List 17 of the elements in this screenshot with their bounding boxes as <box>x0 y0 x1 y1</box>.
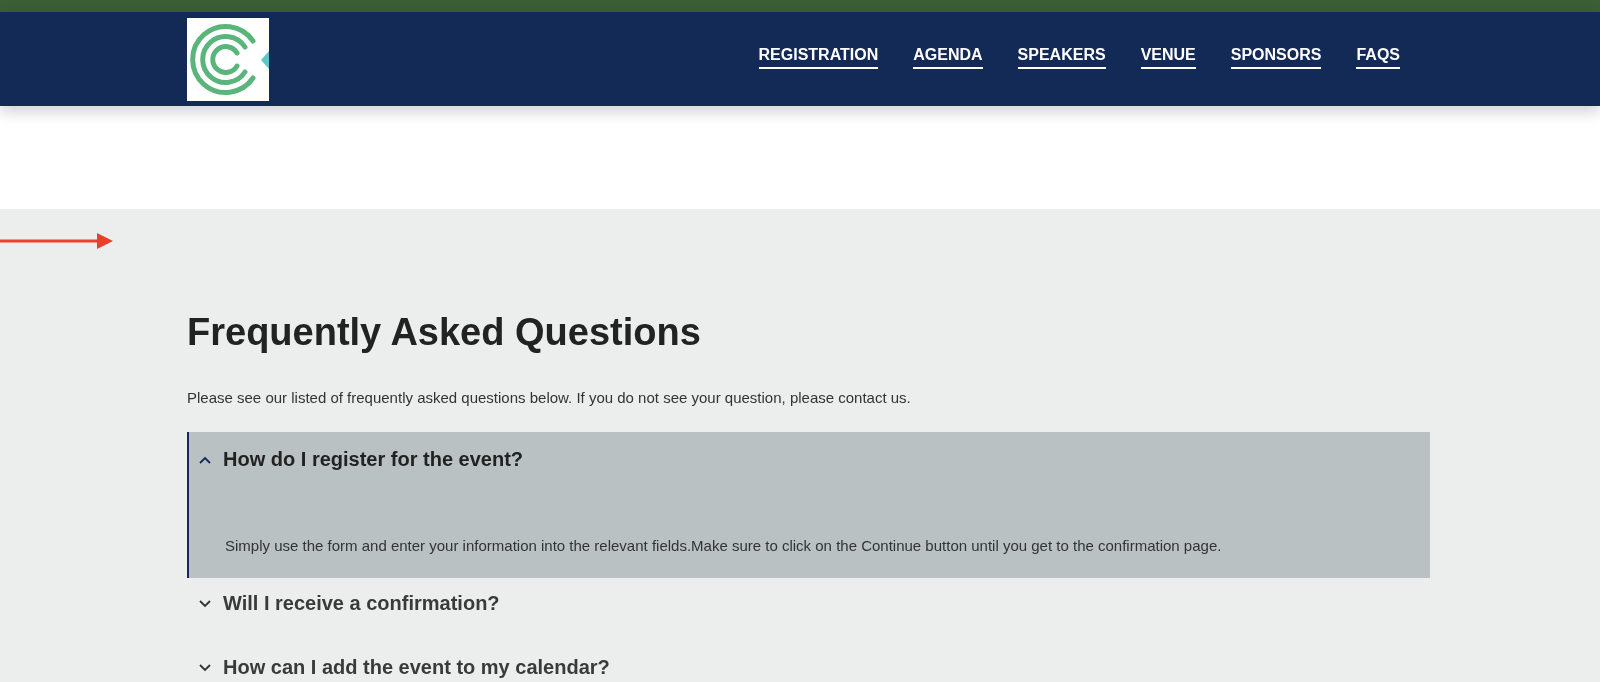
page-title: Frequently Asked Questions <box>187 310 702 355</box>
nav-link[interactable]: AGENDA <box>913 46 983 69</box>
faq-question[interactable]: How can I add the event to my calendar? <box>189 633 610 682</box>
chevron-down-icon <box>199 663 211 672</box>
nav-link[interactable]: VENUE <box>1140 46 1196 69</box>
chevron-up-icon <box>199 455 211 464</box>
logo-icon[interactable] <box>187 18 269 101</box>
nav-link[interactable]: SPONSORS <box>1230 46 1322 69</box>
chevron-down-icon <box>199 599 211 608</box>
arrow-icon <box>0 233 113 249</box>
nav-link[interactable]: SPEAKERS <box>1017 46 1106 69</box>
faq-answer: Simply use the form and enter your information into the relevant fields.Make sure to click on the Continue button until you get to the confirmation page. <box>224 536 1223 556</box>
faq-question[interactable]: How do I register for the event? <box>189 432 524 487</box>
nav-link[interactable]: REGISTRATION <box>758 46 879 69</box>
intro-text: Please see our listed of frequently asked questions below. If you do not see your question, please contact us. <box>187 389 912 406</box>
nav-link[interactable]: FAQS <box>1356 46 1400 69</box>
faq-question[interactable]: Will I receive a confirmation? <box>189 578 500 633</box>
